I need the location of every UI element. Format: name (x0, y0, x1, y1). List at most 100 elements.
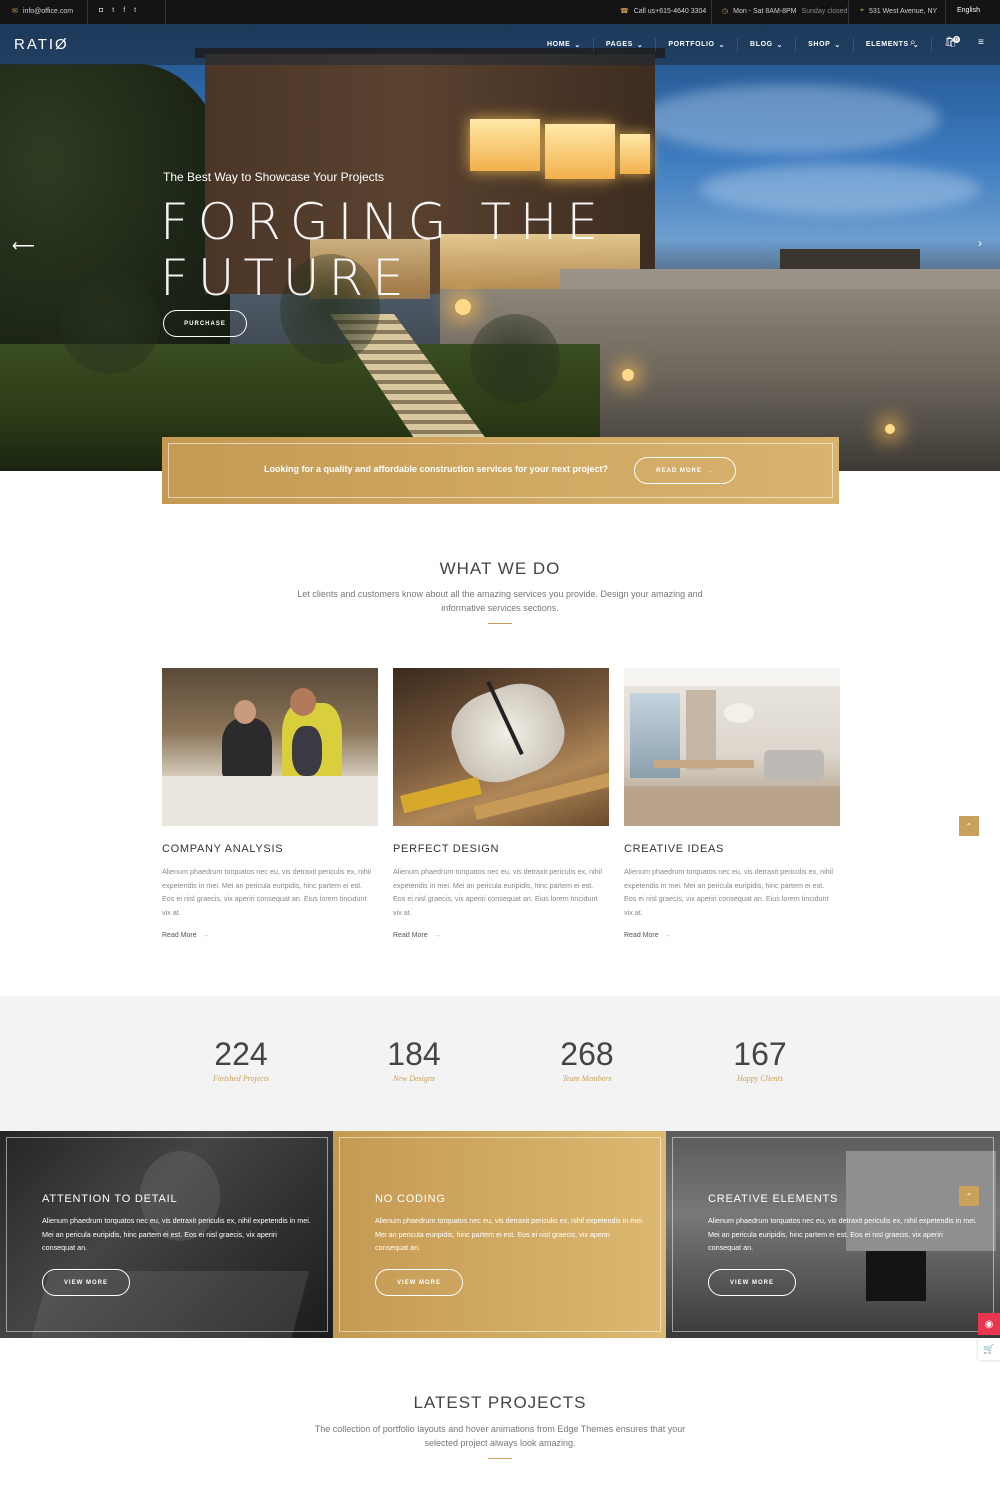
what-we-do-title: WHAT WE DO (439, 559, 561, 578)
menu-icon[interactable]: ≡ (978, 37, 984, 48)
link-label: Read More (624, 932, 659, 939)
nav-home[interactable]: HOME ⌄ (535, 37, 594, 52)
panel-text: Alienum phaedrum torquatos nec eu, vis d… (42, 1216, 311, 1252)
counter-value: 268 (560, 1036, 614, 1072)
instagram-icon[interactable]: ◘ (99, 7, 103, 14)
view-more-button[interactable]: VIEW MORE (708, 1269, 796, 1296)
nav-pages[interactable]: PAGES ⌄ (594, 37, 657, 52)
read-more-link[interactable]: Read More → (624, 932, 840, 939)
hours-text: Mon - Sat 8AM-8PM (733, 7, 797, 15)
feature-panel: CREATIVE ELEMENTS Alienum phaedrum torqu… (666, 1131, 1000, 1338)
top-bar: ✉ info@office.com ◘ t f t ☎ Call us+615-… (0, 0, 1000, 24)
feature-panel: ATTENTION TO DETAIL Alienum phaedrum tor… (0, 1131, 334, 1338)
service-card: CREATIVE IDEAS Alienum phaedrum torquato… (624, 668, 840, 939)
logo[interactable]: RATIØ (14, 36, 69, 53)
read-more-link[interactable]: Read More → (162, 932, 378, 939)
cart-count-badge: 0 (953, 36, 960, 43)
counter-value: 184 (387, 1036, 441, 1072)
arrow-right-icon: → (664, 932, 672, 939)
hero-title: FORGING THE FUTURE (160, 193, 608, 307)
nav-label: SHOP (808, 41, 831, 48)
panel-text: Alienum phaedrum torquatos nec eu, vis d… (708, 1216, 977, 1252)
pin-icon: ⌖ (860, 7, 864, 14)
counter: 167 Happy Clients (690, 1036, 830, 1083)
cta-text: Looking for a quality and affordable con… (264, 464, 609, 474)
chevron-down-icon: ⌄ (718, 41, 726, 49)
feature-panel: NO CODING Alienum phaedrum torquatos nec… (333, 1131, 667, 1338)
main-header: RATIØ HOME ⌄ PAGES ⌄ PORTFOLIO ⌄ BLOG ⌄ SHOP… (0, 24, 1000, 65)
service-image[interactable] (393, 668, 609, 826)
arrow-right-icon: → (706, 467, 714, 474)
arrow-right-icon[interactable]: › (978, 236, 982, 250)
latest-projects-subtitle: The collection of portfolio layouts and … (314, 1424, 686, 1448)
cta-banner: Looking for a quality and affordable con… (162, 437, 839, 504)
card-title: CREATIVE IDEAS (624, 843, 725, 855)
arrow-left-icon[interactable]: ⟵ (12, 236, 35, 256)
counter: 268 Team Members (517, 1036, 657, 1083)
nav-label: BLOG (750, 41, 773, 48)
search-icon[interactable]: ⌕ (910, 37, 916, 48)
nav-elements[interactable]: ELEMENTS ⌄ (854, 37, 933, 52)
what-we-do-subtitle: Let clients and customers know about all… (297, 589, 703, 613)
topbar-email[interactable]: ✉ info@office.com (12, 7, 74, 16)
hero-slider: The Best Way to Showcase Your Projects F… (0, 24, 1000, 471)
panel-title: ATTENTION TO DETAIL (42, 1193, 178, 1205)
chevron-down-icon: ⌄ (574, 41, 581, 49)
topbar-phone[interactable]: ☎ Call us+615-4640 3304 (620, 7, 706, 16)
topbar-hours: ◷ Mon - Sat 8AM-8PM Sunday closed (722, 7, 848, 16)
clock-icon: ◷ (722, 8, 729, 15)
card-title: COMPANY ANALYSIS (162, 843, 284, 855)
twitter-icon[interactable]: t (112, 7, 114, 14)
arrow-right-icon: → (433, 932, 441, 939)
purchase-button[interactable]: PURCHASE (163, 310, 247, 337)
main-nav: HOME ⌄ PAGES ⌄ PORTFOLIO ⌄ BLOG ⌄ SHOP ⌄ ELEM… (535, 24, 933, 65)
hero-tagline: The Best Way to Showcase Your Projects (163, 170, 384, 184)
phone-icon: ☎ (620, 8, 629, 15)
panel-title: NO CODING (375, 1193, 446, 1205)
panel-text: Alienum phaedrum torquatos nec eu, vis d… (375, 1216, 644, 1252)
email-text: info@office.com (22, 7, 74, 15)
panel-title: CREATIVE ELEMENTS (708, 1193, 839, 1205)
chevron-down-icon: ⌄ (834, 41, 841, 49)
counters-section: 224 Finished Projects 184 New Designs 26… (0, 996, 1000, 1131)
service-image[interactable] (624, 668, 840, 826)
nav-shop[interactable]: SHOP ⌄ (796, 37, 854, 52)
view-more-button[interactable]: VIEW MORE (375, 1269, 463, 1296)
card-text: Alienum phaedrum torquatos nec eu, vis d… (162, 867, 371, 917)
read-more-button[interactable]: READ MORE → (634, 457, 736, 484)
counter: 184 New Designs (344, 1036, 484, 1083)
language-selector[interactable]: English (957, 7, 980, 14)
mail-icon: ✉ (12, 8, 18, 15)
nav-blog[interactable]: BLOG ⌄ (738, 37, 797, 52)
card-text: Alienum phaedrum torquatos nec eu, vis d… (393, 867, 602, 917)
arrow-right-icon: → (202, 932, 210, 939)
hours-closed-text: Sunday closed (801, 7, 848, 15)
topbar-address: ⌖ 531 West Avenue, NY (860, 7, 937, 15)
counter-value: 224 (214, 1036, 268, 1072)
nav-label: PORTFOLIO (668, 41, 715, 48)
link-label: Read More (393, 932, 428, 939)
nav-label: HOME (547, 41, 571, 48)
facebook-icon[interactable]: f (123, 7, 125, 14)
counter-label: Finished Projects (212, 1074, 270, 1083)
button-label: READ MORE (656, 467, 702, 474)
link-label: Read More (162, 932, 197, 939)
counter-label: Team Members (562, 1074, 612, 1083)
service-card: PERFECT DESIGN Alienum phaedrum torquato… (393, 668, 609, 939)
back-to-top-icon[interactable]: ⌃ (959, 816, 979, 836)
chevron-down-icon: ⌄ (776, 41, 784, 49)
tumblr-icon[interactable]: t (134, 7, 136, 14)
read-more-link[interactable]: Read More → (393, 932, 609, 939)
counter: 224 Finished Projects (171, 1036, 311, 1083)
cart-icon[interactable]: 🛒 (978, 1338, 1000, 1360)
latest-projects-title: LATEST PROJECTS (413, 1393, 587, 1412)
nav-label: PAGES (605, 41, 633, 48)
view-more-button[interactable]: VIEW MORE (42, 1269, 130, 1296)
service-image[interactable] (162, 668, 378, 826)
card-title: PERFECT DESIGN (393, 843, 500, 855)
back-to-top-icon[interactable]: ⌃ (959, 1186, 979, 1206)
side-toolbar-icon[interactable]: ◉ (978, 1313, 1000, 1335)
nav-portfolio[interactable]: PORTFOLIO ⌄ (656, 37, 739, 52)
counter-label: Happy Clients (737, 1074, 783, 1083)
card-text: Alienum phaedrum torquatos nec eu, vis d… (624, 867, 833, 917)
